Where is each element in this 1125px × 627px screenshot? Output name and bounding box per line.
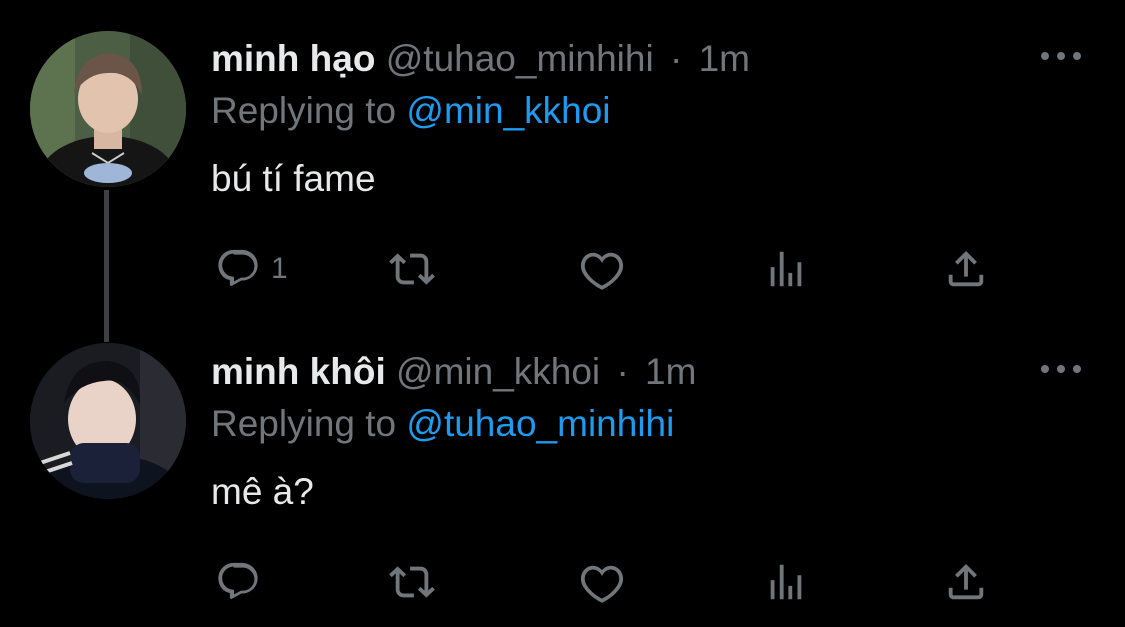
share-icon [948, 250, 984, 287]
share-icon [948, 563, 984, 600]
tweet[interactable]: minh khôi @min_kkhoi · 1m Replying to @t… [0, 313, 1125, 627]
replying-prefix: Replying to [211, 90, 397, 131]
avatar[interactable] [30, 343, 186, 499]
share-button[interactable] [943, 558, 989, 606]
reply-icon [218, 249, 258, 286]
reply-count: 1 [271, 252, 288, 285]
views-button[interactable] [763, 245, 809, 293]
share-button[interactable] [943, 245, 989, 293]
separator-dot: · [669, 38, 683, 79]
more-icon[interactable] [1041, 44, 1081, 68]
timestamp[interactable]: 1m [645, 351, 696, 392]
avatar[interactable] [30, 31, 186, 187]
action-bar [211, 558, 1001, 606]
replying-to: Replying to @min_kkhoi [211, 88, 611, 134]
username[interactable]: @min_kkhoi [396, 351, 600, 392]
retweet-button[interactable] [389, 558, 435, 606]
like-button[interactable] [579, 245, 625, 293]
tweet-text: bú tí fame [211, 158, 376, 199]
mention-link[interactable]: @tuhao_minhihi [406, 403, 674, 444]
replying-to: Replying to @tuhao_minhihi [211, 401, 674, 447]
tweet-header: minh hạo @tuhao_minhihi · 1m [211, 36, 750, 82]
action-bar: 1 [211, 245, 1001, 293]
timestamp[interactable]: 1m [699, 38, 750, 79]
views-icon [770, 251, 802, 287]
reply-icon [218, 562, 258, 599]
retweet-icon [389, 253, 435, 285]
heart-icon [580, 565, 624, 603]
separator-dot: · [616, 351, 629, 392]
mention-link[interactable]: @min_kkhoi [406, 90, 610, 131]
tweet-header: minh khôi @min_kkhoi · 1m [211, 349, 696, 395]
heart-icon [580, 252, 624, 290]
username[interactable]: @tuhao_minhihi [386, 38, 654, 79]
display-name[interactable]: minh khôi [211, 351, 386, 392]
reply-button[interactable]: 1 [215, 245, 288, 293]
tweet[interactable]: minh hạo @tuhao_minhihi · 1m Replying to… [0, 0, 1125, 342]
retweet-icon [389, 566, 435, 598]
display-name[interactable]: minh hạo [211, 38, 375, 79]
tweet-text: mê à? [211, 471, 314, 512]
retweet-button[interactable] [389, 245, 435, 293]
replying-prefix: Replying to [211, 403, 397, 444]
more-icon[interactable] [1041, 357, 1081, 381]
views-button[interactable] [763, 558, 809, 606]
avatar-photo [30, 343, 186, 499]
views-icon [770, 564, 802, 600]
avatar-photo [30, 31, 186, 187]
reply-button[interactable] [215, 558, 271, 606]
like-button[interactable] [579, 558, 625, 606]
